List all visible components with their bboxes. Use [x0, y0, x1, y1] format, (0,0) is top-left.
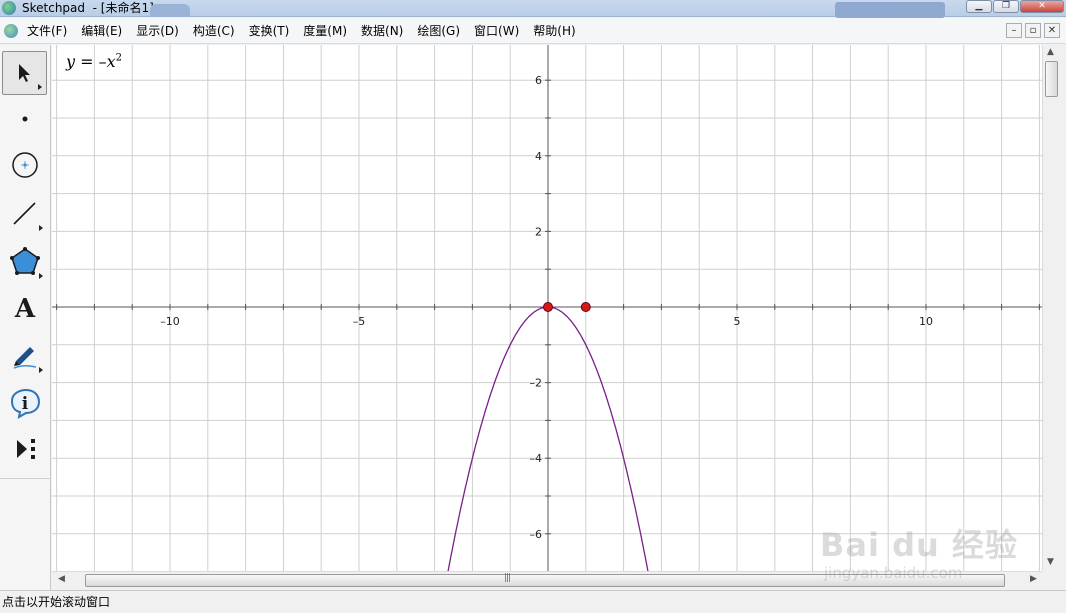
menu-file[interactable]: 文件(F) — [27, 18, 67, 44]
menu-edit[interactable]: 编辑(E) — [81, 18, 122, 44]
vertical-scroll-thumb[interactable] — [1045, 61, 1058, 97]
y-tick-label: 4 — [535, 150, 542, 163]
svg-text:A: A — [13, 294, 35, 322]
menu-window[interactable]: 窗口(W) — [474, 18, 519, 44]
status-bar: 点击以开始滚动窗口 — [0, 590, 1066, 613]
submenu-arrow-icon — [39, 367, 43, 373]
function-equation-label[interactable]: y = –x2 — [66, 52, 122, 71]
title-bar: Sketchpad - [未命名1] ▁ ❐ ✕ — [0, 0, 1066, 18]
x-tick-label: 10 — [919, 315, 933, 328]
y-tick-label: –6 — [530, 528, 543, 541]
pentagon-icon — [9, 247, 40, 275]
status-text: 点击以开始滚动窗口 — [2, 595, 111, 609]
y-tick-label: 2 — [535, 225, 542, 238]
arrow-cursor-icon — [18, 64, 30, 82]
menu-help[interactable]: 帮助(H) — [533, 18, 575, 44]
scroll-grip-icon: ||| — [504, 573, 511, 583]
information-tool[interactable]: i — [2, 381, 47, 425]
sketchpad-window: Sketchpad - [未命名1] ▁ ❐ ✕ 文件(F) 编辑(E) 显示(… — [0, 0, 1066, 613]
toolbox: A i — [0, 45, 51, 590]
menu-display[interactable]: 显示(D) — [136, 18, 179, 44]
submenu-arrow-icon — [38, 84, 42, 90]
document-icon[interactable] — [4, 24, 18, 38]
custom-tool[interactable] — [2, 427, 47, 471]
menu-measure[interactable]: 度量(M) — [303, 18, 347, 44]
doc-close-button[interactable]: ✕ — [1044, 23, 1060, 38]
custom-tools-icon — [16, 439, 35, 459]
x-tick-label: 5 — [734, 315, 741, 328]
compass-tool[interactable] — [2, 143, 47, 187]
watermark-brand: Bai du 经验 — [820, 526, 1018, 564]
text-tool[interactable]: A — [2, 285, 47, 329]
arrow-select-tool[interactable] — [2, 51, 47, 95]
y-tick-label: –4 — [530, 452, 543, 465]
doc-restore-button[interactable]: ▫ — [1025, 23, 1041, 38]
sketchpad-app-icon — [2, 1, 16, 15]
submenu-arrow-icon — [39, 273, 43, 279]
vertical-scrollbar[interactable]: ▲ ▼ — [1042, 45, 1060, 571]
polygon-tool[interactable] — [2, 239, 47, 283]
plotted-point[interactable] — [543, 302, 553, 312]
toolbox-divider — [0, 478, 51, 479]
y-tick-label: –2 — [530, 377, 543, 390]
minimize-button[interactable]: ▁ — [966, 0, 992, 13]
scroll-left-arrow-icon[interactable]: ◀ — [58, 574, 65, 584]
window-title: Sketchpad - [未命名1] — [22, 1, 154, 15]
marker-tool[interactable] — [2, 333, 47, 377]
circle-icon — [11, 152, 38, 178]
background-window-shape — [835, 2, 945, 18]
scroll-up-arrow-icon[interactable]: ▲ — [1047, 47, 1054, 57]
scroll-right-arrow-icon[interactable]: ▶ — [1030, 574, 1037, 584]
menu-number[interactable]: 数据(N) — [361, 18, 403, 44]
submenu-arrow-icon — [39, 225, 43, 231]
sketch-canvas[interactable]: –10 –5 5 10 6 4 2 –2 –4 –6 y = –x2 — [52, 45, 1042, 571]
segment-icon — [12, 202, 36, 225]
background-window-shape — [150, 4, 190, 17]
marker-pen-icon — [13, 347, 36, 369]
scroll-down-arrow-icon[interactable]: ▼ — [1047, 557, 1054, 567]
menu-bar: 文件(F) 编辑(E) 显示(D) 构造(C) 变换(T) 度量(M) 数据(N… — [0, 18, 1066, 44]
info-bubble-icon: i — [10, 388, 40, 419]
plotted-point[interactable] — [580, 302, 591, 312]
coordinate-graph[interactable]: –10 –5 5 10 6 4 2 –2 –4 –6 — [52, 45, 1042, 571]
doc-minimize-button[interactable]: – — [1006, 23, 1022, 38]
text-a-icon: A — [13, 294, 35, 322]
watermark: Bai du 经验 jingyan.baidu.com — [820, 520, 1018, 582]
menu-transform[interactable]: 变换(T) — [249, 18, 290, 44]
menu-construct[interactable]: 构造(C) — [193, 18, 235, 44]
watermark-url: jingyan.baidu.com — [824, 564, 963, 582]
restore-button[interactable]: ❐ — [993, 0, 1019, 13]
point-icon — [22, 116, 27, 122]
point-tool[interactable] — [2, 97, 47, 141]
svg-text:i: i — [21, 394, 28, 414]
x-tick-label: –5 — [353, 315, 366, 328]
x-tick-label: –10 — [160, 315, 180, 328]
straightedge-tool[interactable] — [2, 191, 47, 235]
menu-graph[interactable]: 绘图(G) — [417, 18, 460, 44]
close-button[interactable]: ✕ — [1020, 0, 1064, 13]
y-tick-label: 6 — [535, 74, 542, 87]
